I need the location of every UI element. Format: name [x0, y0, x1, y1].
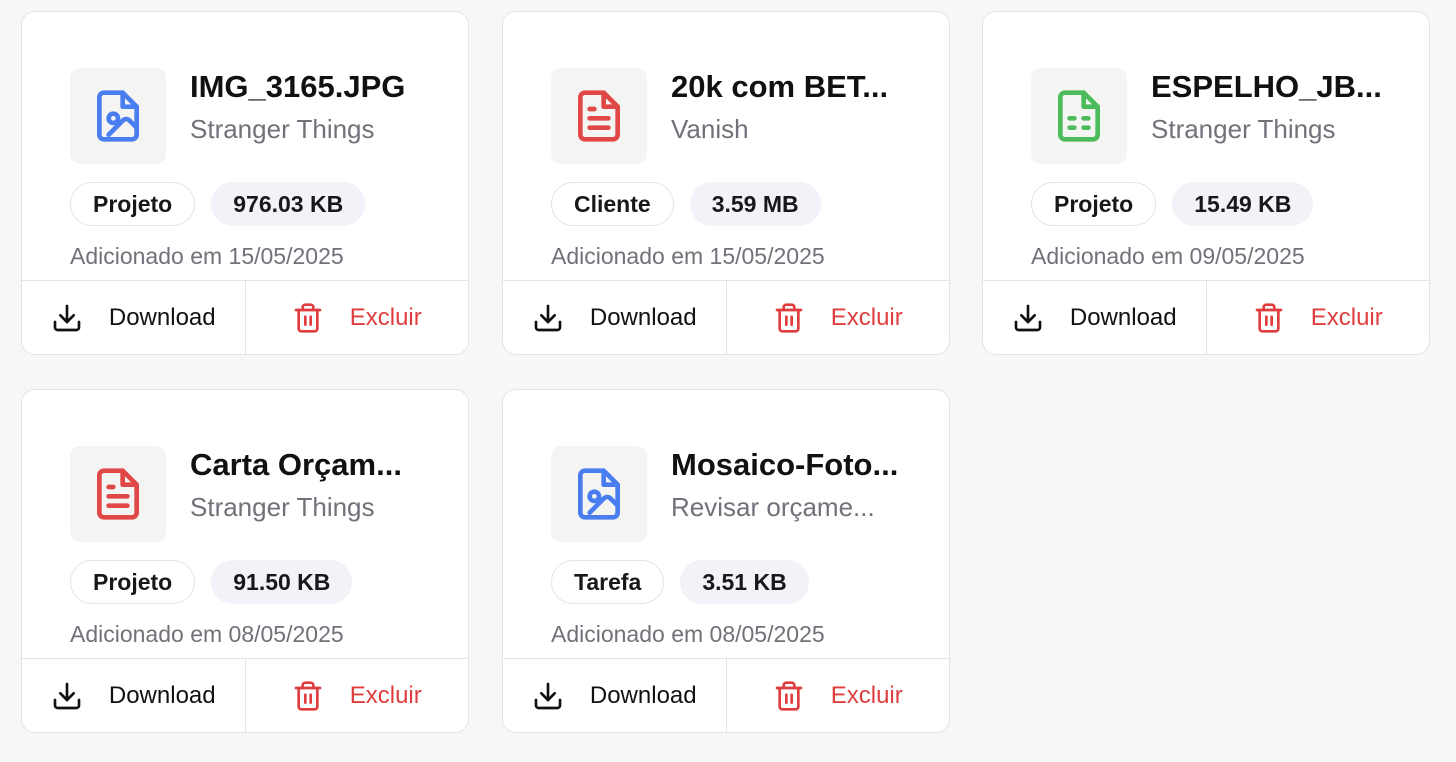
file-tags: Tarefa 3.51 KB — [551, 560, 809, 604]
file-type-badge: Projeto — [1031, 182, 1157, 226]
file-added-date: Adicionado em 08/05/2025 — [70, 621, 344, 647]
download-button[interactable]: Download — [22, 281, 245, 354]
document-file-icon — [70, 446, 166, 542]
file-size-badge: 15.49 KB — [1172, 182, 1314, 226]
download-label: Download — [589, 681, 697, 709]
delete-label: Excluir — [349, 681, 422, 709]
delete-button[interactable]: Excluir — [244, 281, 469, 354]
file-card-body: 20k com BET... Vanish Cliente 3.59 MB Ad… — [503, 12, 949, 282]
file-card: IMG_3165.JPG Stranger Things Projeto 976… — [21, 11, 469, 355]
delete-button[interactable]: Excluir — [244, 659, 469, 732]
download-icon — [534, 682, 562, 709]
file-card: 20k com BET... Vanish Cliente 3.59 MB Ad… — [502, 11, 950, 355]
download-icon — [53, 682, 81, 709]
file-subtitle: Stranger Things — [1151, 114, 1336, 144]
file-tags: Projeto 15.49 KB — [1031, 182, 1314, 226]
image-file-icon — [551, 446, 647, 542]
file-actions: Download Excluir — [983, 280, 1429, 354]
file-subtitle: Stranger Things — [190, 492, 375, 522]
delete-button[interactable]: Excluir — [1205, 281, 1430, 354]
delete-label: Excluir — [830, 681, 903, 709]
file-added-date: Adicionado em 15/05/2025 — [551, 243, 825, 269]
delete-label: Excluir — [349, 303, 422, 331]
file-actions: Download Excluir — [22, 280, 468, 354]
delete-label: Excluir — [1310, 303, 1383, 331]
file-name: IMG_3165.JPG — [190, 69, 406, 104]
file-tags: Projeto 976.03 KB — [70, 182, 366, 226]
file-type-badge: Projeto — [70, 560, 196, 604]
file-actions: Download Excluir — [22, 658, 468, 732]
file-subtitle: Stranger Things — [190, 114, 375, 144]
file-name: ESPELHO_JB... — [1151, 69, 1382, 104]
delete-button[interactable]: Excluir — [725, 659, 950, 732]
file-size-badge: 3.59 MB — [689, 182, 821, 226]
file-card: ESPELHO_JB... Stranger Things Projeto 15… — [982, 11, 1430, 355]
file-card: Mosaico-Foto... Revisar orçame... Tarefa… — [502, 389, 950, 733]
file-card-body: ESPELHO_JB... Stranger Things Projeto 15… — [983, 12, 1429, 282]
trash-icon — [294, 302, 322, 333]
image-file-icon — [70, 68, 166, 164]
file-type-badge: Tarefa — [551, 560, 665, 604]
document-file-icon — [551, 68, 647, 164]
download-icon — [53, 304, 81, 331]
file-size-badge: 3.51 KB — [680, 560, 809, 604]
download-icon — [534, 304, 562, 331]
file-card: Carta Orçam... Stranger Things Projeto 9… — [21, 389, 469, 733]
download-label: Download — [1069, 303, 1177, 331]
file-card-body: Carta Orçam... Stranger Things Projeto 9… — [22, 390, 468, 660]
file-name: Mosaico-Foto... — [671, 447, 899, 482]
download-button[interactable]: Download — [983, 281, 1206, 354]
file-added-date: Adicionado em 08/05/2025 — [551, 621, 825, 647]
trash-icon — [1255, 302, 1283, 333]
delete-button[interactable]: Excluir — [725, 281, 950, 354]
file-card-body: IMG_3165.JPG Stranger Things Projeto 976… — [22, 12, 468, 282]
file-card-body: Mosaico-Foto... Revisar orçame... Tarefa… — [503, 390, 949, 660]
trash-icon — [294, 680, 322, 711]
delete-label: Excluir — [830, 303, 903, 331]
file-subtitle: Vanish — [671, 114, 749, 144]
download-button[interactable]: Download — [503, 659, 726, 732]
file-size-badge: 91.50 KB — [211, 560, 353, 604]
file-tags: Cliente 3.59 MB — [551, 182, 821, 226]
file-name: 20k com BET... — [671, 69, 889, 104]
file-added-date: Adicionado em 09/05/2025 — [1031, 243, 1305, 269]
file-name: Carta Orçam... — [190, 447, 402, 482]
download-label: Download — [108, 303, 216, 331]
file-added-date: Adicionado em 15/05/2025 — [70, 243, 344, 269]
trash-icon — [775, 302, 803, 333]
download-label: Download — [108, 681, 216, 709]
spreadsheet-file-icon — [1031, 68, 1127, 164]
file-tags: Projeto 91.50 KB — [70, 560, 353, 604]
download-icon — [1014, 304, 1042, 331]
file-type-badge: Cliente — [551, 182, 674, 226]
download-label: Download — [589, 303, 697, 331]
download-button[interactable]: Download — [503, 281, 726, 354]
file-subtitle: Revisar orçame... — [671, 492, 875, 522]
file-type-badge: Projeto — [70, 182, 196, 226]
trash-icon — [775, 680, 803, 711]
file-actions: Download Excluir — [503, 658, 949, 732]
download-button[interactable]: Download — [22, 659, 245, 732]
file-actions: Download Excluir — [503, 280, 949, 354]
file-size-badge: 976.03 KB — [211, 182, 366, 226]
file-grid: IMG_3165.JPG Stranger Things Projeto 976… — [0, 0, 1456, 762]
